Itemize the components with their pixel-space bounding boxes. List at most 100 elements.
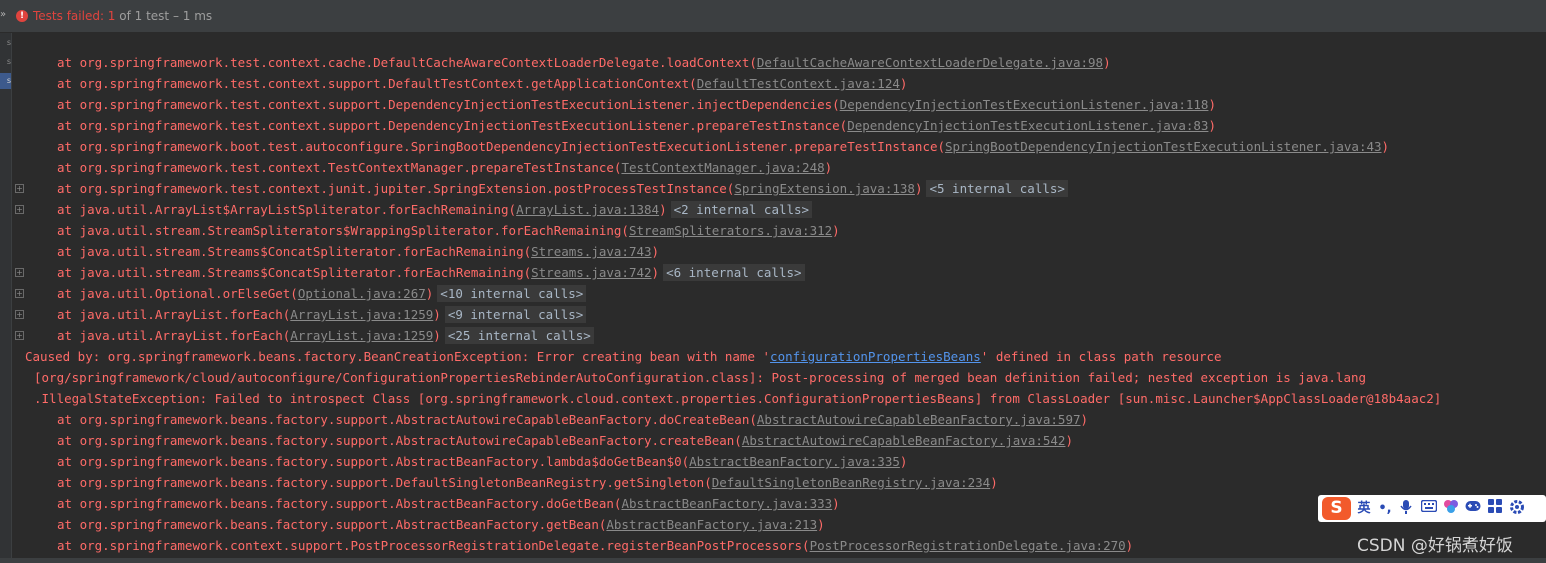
test-status-label: Tests failed: 1 of 1 test – 1 ms: [33, 9, 212, 23]
source-file-link[interactable]: SpringExtension.java:138: [734, 181, 915, 196]
mic-icon[interactable]: [1398, 499, 1414, 518]
stack-frame-suffix: ): [425, 286, 434, 301]
keyboard-icon[interactable]: [1420, 499, 1438, 518]
source-file-link[interactable]: ArrayList.java:1384: [516, 202, 659, 217]
internal-calls-badge[interactable]: <5 internal calls>: [926, 180, 1068, 197]
internal-calls-badge[interactable]: <9 internal calls>: [444, 306, 587, 323]
source-file-link[interactable]: DependencyInjectionTestExecutionListener…: [847, 118, 1208, 133]
source-file-link[interactable]: Optional.java:267: [298, 286, 426, 301]
stack-frame-text: at org.springframework.beans.factory.sup…: [57, 451, 907, 472]
source-file-link[interactable]: AbstractAutowireCapableBeanFactory.java:…: [757, 412, 1081, 427]
stack-frame-text: at org.springframework.boot.test.autocon…: [57, 136, 1389, 157]
csdn-watermark: CSDN @好锅煮好饭: [1357, 536, 1513, 556]
expand-toggle-icon[interactable]: +: [15, 289, 24, 298]
stack-frame-method: at org.springframework.test.context.supp…: [57, 76, 697, 91]
skin-icon[interactable]: [1442, 499, 1460, 518]
internal-calls-badge[interactable]: <6 internal calls>: [663, 264, 805, 281]
sogou-logo-icon[interactable]: S: [1322, 497, 1351, 520]
bottom-status-bar: [0, 558, 1546, 563]
source-file-link[interactable]: AbstractBeanFactory.java:213: [606, 517, 817, 532]
punctuation-icon[interactable]: •,: [1377, 499, 1393, 518]
stack-frame-method: at java.util.stream.Streams$ConcatSplite…: [57, 265, 532, 280]
stack-frame-text: at org.springframework.test.context.juni…: [57, 178, 1068, 199]
expand-toggle-icon[interactable]: +: [15, 205, 24, 214]
source-file-link[interactable]: DefaultTestContext.java:124: [697, 76, 900, 91]
stack-frame-method: at org.springframework.boot.test.autocon…: [57, 139, 946, 154]
tests-summary-label: of 1 test – 1 ms: [115, 9, 213, 23]
gutter-tab-selected[interactable]: s: [0, 73, 11, 89]
stack-frame-text: at java.util.Optional.orElseGet(Optional…: [57, 283, 587, 304]
test-console-window: » ! Tests failed: 1 of 1 test – 1 ms s s…: [0, 0, 1546, 563]
stack-trace-line: at org.springframework.beans.factory.sup…: [12, 451, 1542, 472]
stack-frame-method: at org.springframework.beans.factory.sup…: [57, 496, 622, 511]
stack-frame-method: at org.springframework.beans.factory.sup…: [57, 475, 712, 490]
stack-trace-line: at org.springframework.test.context.supp…: [12, 94, 1542, 115]
stack-frame-method: at java.util.ArrayList.forEach(: [57, 307, 291, 322]
caused-by-text: Caused by: org.springframework.beans.fac…: [25, 346, 1222, 367]
source-file-link[interactable]: AbstractAutowireCapableBeanFactory.java:…: [742, 433, 1066, 448]
internal-calls-badge[interactable]: <25 internal calls>: [444, 327, 594, 344]
stack-trace-line: at org.springframework.beans.factory.sup…: [12, 409, 1542, 430]
stack-frame-text: at java.util.stream.Streams$ConcatSplite…: [57, 241, 659, 262]
source-file-link[interactable]: StreamSpliterators.java:312: [629, 223, 832, 238]
stack-trace-line: at org.springframework.beans.factory.sup…: [12, 472, 1542, 493]
source-file-link[interactable]: TestContextManager.java:248: [621, 160, 824, 175]
source-file-link[interactable]: Streams.java:742: [531, 265, 651, 280]
source-file-link[interactable]: AbstractBeanFactory.java:335: [689, 454, 900, 469]
stack-frame-text: at org.springframework.test.context.cach…: [57, 52, 1111, 73]
stack-trace-line: at org.springframework.beans.factory.sup…: [12, 514, 1542, 535]
stack-frame-text: at java.util.ArrayList$ArrayListSplitera…: [57, 199, 813, 220]
expand-toggle-icon[interactable]: +: [15, 184, 24, 193]
internal-calls-badge[interactable]: <2 internal calls>: [670, 201, 813, 218]
stack-trace-line: at org.springframework.test.context.cach…: [12, 52, 1542, 73]
stack-trace-line: at java.util.stream.StreamSpliterators$W…: [12, 220, 1542, 241]
stack-frame-text: at java.util.stream.StreamSpliterators$W…: [57, 220, 840, 241]
stack-frame-suffix: ): [1208, 97, 1216, 112]
source-file-link[interactable]: DefaultCacheAwareContextLoaderDelegate.j…: [757, 55, 1103, 70]
grid-icon[interactable]: [1486, 499, 1504, 518]
internal-calls-badge[interactable]: <10 internal calls>: [437, 285, 587, 302]
stack-trace-line: + at java.util.Optional.orElseGet(Optiona…: [12, 283, 1542, 304]
caused-by-suffix: ' defined in class path resource: [980, 349, 1222, 364]
left-gutter: s s s: [0, 33, 12, 563]
stack-frame-text: at org.springframework.beans.factory.sup…: [57, 430, 1073, 451]
source-file-link[interactable]: ArrayList.java:1259: [290, 307, 433, 322]
stack-trace-line: at org.springframework.beans.factory.sup…: [12, 493, 1542, 514]
stack-frame-suffix: ): [1208, 118, 1216, 133]
expand-arrows-icon[interactable]: »: [0, 9, 10, 20]
expand-toggle-icon[interactable]: +: [15, 268, 24, 277]
stack-frame-suffix: ): [990, 475, 998, 490]
console-output[interactable]: at org.springframework.test.context.cach…: [12, 33, 1546, 563]
stack-frame-suffix: ): [832, 496, 840, 511]
stack-frame-text: at java.util.ArrayList.forEach(ArrayList…: [57, 325, 594, 346]
stack-frame-suffix: ): [651, 244, 660, 259]
stack-trace-line: + at java.util.stream.Streams$ConcatSplit…: [12, 262, 1542, 283]
expand-toggle-icon[interactable]: +: [15, 331, 24, 340]
gamepad-icon[interactable]: [1464, 499, 1482, 518]
stack-frame-suffix: ): [824, 160, 833, 175]
gutter-tab[interactable]: s: [0, 35, 11, 51]
stack-frame-method: at java.util.stream.Streams$ConcatSplite…: [57, 244, 532, 259]
stack-frame-text: at org.springframework.test.context.supp…: [57, 94, 1216, 115]
stack-frame-text: at org.springframework.context.support.P…: [57, 535, 1133, 556]
source-file-link[interactable]: AbstractBeanFactory.java:333: [621, 496, 832, 511]
source-file-link[interactable]: PostProcessorRegistrationDelegate.java:2…: [810, 538, 1126, 553]
source-file-link[interactable]: Streams.java:743: [531, 244, 651, 259]
stack-frame-text: at org.springframework.test.context.supp…: [57, 115, 1216, 136]
stack-frame-suffix: ): [433, 328, 441, 343]
gutter-tab[interactable]: s: [0, 54, 11, 70]
ime-toolbar: S 英 •,: [1318, 495, 1546, 522]
source-file-link[interactable]: DependencyInjectionTestExecutionListener…: [840, 97, 1209, 112]
source-file-link[interactable]: ArrayList.java:1259: [290, 328, 433, 343]
settings-icon[interactable]: [1508, 499, 1526, 518]
expand-toggle-icon[interactable]: +: [15, 310, 24, 319]
stack-frame-suffix: ): [899, 76, 908, 91]
lang-toggle[interactable]: 英: [1356, 499, 1372, 518]
source-file-link[interactable]: DefaultSingletonBeanRegistry.java:234: [712, 475, 990, 490]
stack-frame-method: at java.util.ArrayList$ArrayListSplitera…: [57, 202, 517, 217]
stack-trace-line: at java.util.stream.Streams$ConcatSplite…: [12, 241, 1542, 262]
stack-frame-text: at java.util.stream.Streams$ConcatSplite…: [57, 262, 805, 283]
bean-name-link[interactable]: configurationPropertiesBeans: [770, 349, 981, 364]
stack-trace-line: + at java.util.ArrayList.forEach(ArrayLis…: [12, 304, 1542, 325]
source-file-link[interactable]: SpringBootDependencyInjectionTestExecuti…: [945, 139, 1382, 154]
